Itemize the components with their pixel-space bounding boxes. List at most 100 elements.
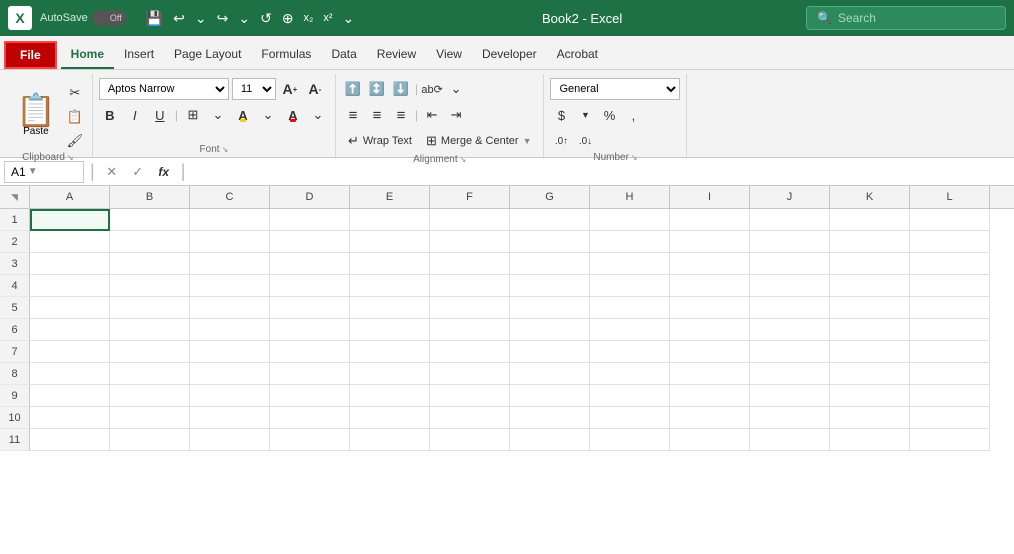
- cell-K9[interactable]: [830, 385, 910, 407]
- cell-I8[interactable]: [670, 363, 750, 385]
- align-middle-button[interactable]: ↕️: [366, 78, 388, 100]
- cell-F1[interactable]: [430, 209, 510, 231]
- percent-button[interactable]: %: [598, 104, 620, 126]
- cell-E1[interactable]: [350, 209, 430, 231]
- tab-data[interactable]: Data: [321, 41, 366, 69]
- cell-D6[interactable]: [270, 319, 350, 341]
- cell-A8[interactable]: [30, 363, 110, 385]
- tab-page-layout[interactable]: Page Layout: [164, 41, 251, 69]
- cell-K6[interactable]: [830, 319, 910, 341]
- cell-H2[interactable]: [590, 231, 670, 253]
- col-header-i[interactable]: I: [670, 186, 750, 208]
- cell-C9[interactable]: [190, 385, 270, 407]
- font-color-button[interactable]: A: [282, 104, 304, 126]
- cell-E4[interactable]: [350, 275, 430, 297]
- italic-button[interactable]: I: [124, 104, 146, 126]
- fill-color-button[interactable]: A: [232, 104, 254, 126]
- cell-C11[interactable]: [190, 429, 270, 451]
- font-expand-icon[interactable]: ↘: [222, 145, 229, 154]
- cell-I3[interactable]: [670, 253, 750, 275]
- col-header-g[interactable]: G: [510, 186, 590, 208]
- cell-A10[interactable]: [30, 407, 110, 429]
- cell-F10[interactable]: [430, 407, 510, 429]
- tab-formulas[interactable]: Formulas: [251, 41, 321, 69]
- cell-H7[interactable]: [590, 341, 670, 363]
- cell-L9[interactable]: [910, 385, 990, 407]
- cell-E9[interactable]: [350, 385, 430, 407]
- row-header-9[interactable]: 9: [0, 385, 30, 407]
- search-box[interactable]: 🔍: [806, 6, 1006, 30]
- cell-D1[interactable]: [270, 209, 350, 231]
- row-header-5[interactable]: 5: [0, 297, 30, 319]
- cell-G11[interactable]: [510, 429, 590, 451]
- align-center-button[interactable]: ≡: [366, 104, 388, 126]
- cell-F8[interactable]: [430, 363, 510, 385]
- cell-B5[interactable]: [110, 297, 190, 319]
- cell-I1[interactable]: [670, 209, 750, 231]
- cell-H11[interactable]: [590, 429, 670, 451]
- decrease-font-button[interactable]: A-: [304, 78, 326, 100]
- cell-E2[interactable]: [350, 231, 430, 253]
- confirm-formula-button[interactable]: ✓: [127, 161, 149, 183]
- tab-developer[interactable]: Developer: [472, 41, 547, 69]
- cell-E10[interactable]: [350, 407, 430, 429]
- cell-L10[interactable]: [910, 407, 990, 429]
- cell-G5[interactable]: [510, 297, 590, 319]
- cell-G2[interactable]: [510, 231, 590, 253]
- row-header-2[interactable]: 2: [0, 231, 30, 253]
- cell-J10[interactable]: [750, 407, 830, 429]
- cell-G1[interactable]: [510, 209, 590, 231]
- cell-F11[interactable]: [430, 429, 510, 451]
- cell-A9[interactable]: [30, 385, 110, 407]
- row-header-8[interactable]: 8: [0, 363, 30, 385]
- cell-B6[interactable]: [110, 319, 190, 341]
- align-top-button[interactable]: ⬆️: [342, 78, 364, 100]
- search-input[interactable]: [838, 11, 978, 25]
- cell-B11[interactable]: [110, 429, 190, 451]
- cell-A5[interactable]: [30, 297, 110, 319]
- col-header-j[interactable]: J: [750, 186, 830, 208]
- copy-button[interactable]: 📋: [64, 106, 86, 128]
- cell-C7[interactable]: [190, 341, 270, 363]
- cell-B4[interactable]: [110, 275, 190, 297]
- cell-D7[interactable]: [270, 341, 350, 363]
- cell-H6[interactable]: [590, 319, 670, 341]
- cell-H10[interactable]: [590, 407, 670, 429]
- more-button[interactable]: ⌄: [339, 8, 359, 29]
- cell-I5[interactable]: [670, 297, 750, 319]
- cell-J5[interactable]: [750, 297, 830, 319]
- cell-J1[interactable]: [750, 209, 830, 231]
- borders-button[interactable]: ⊞: [182, 104, 204, 126]
- cell-J4[interactable]: [750, 275, 830, 297]
- redo-dropdown[interactable]: ⌄: [234, 8, 254, 29]
- cell-K11[interactable]: [830, 429, 910, 451]
- cell-L6[interactable]: [910, 319, 990, 341]
- row-header-11[interactable]: 11: [0, 429, 30, 451]
- cell-I4[interactable]: [670, 275, 750, 297]
- row-header-10[interactable]: 10: [0, 407, 30, 429]
- cell-A11[interactable]: [30, 429, 110, 451]
- superscript-button[interactable]: x²: [319, 10, 336, 26]
- col-header-c[interactable]: C: [190, 186, 270, 208]
- cell-A7[interactable]: [30, 341, 110, 363]
- tab-file[interactable]: File: [4, 41, 57, 69]
- cell-A6[interactable]: [30, 319, 110, 341]
- cell-C2[interactable]: [190, 231, 270, 253]
- formula-input[interactable]: [191, 165, 1010, 179]
- cell-B10[interactable]: [110, 407, 190, 429]
- cell-K10[interactable]: [830, 407, 910, 429]
- cell-J7[interactable]: [750, 341, 830, 363]
- cell-K2[interactable]: [830, 231, 910, 253]
- col-header-b[interactable]: B: [110, 186, 190, 208]
- cell-L7[interactable]: [910, 341, 990, 363]
- cell-D8[interactable]: [270, 363, 350, 385]
- paste-button[interactable]: 📋 Paste: [10, 90, 62, 141]
- col-header-k[interactable]: K: [830, 186, 910, 208]
- cell-F7[interactable]: [430, 341, 510, 363]
- alignment-expand-icon[interactable]: ↘: [460, 155, 467, 164]
- undo-dropdown[interactable]: ⌄: [191, 8, 211, 29]
- cell-K5[interactable]: [830, 297, 910, 319]
- cell-E7[interactable]: [350, 341, 430, 363]
- decrease-indent-button[interactable]: ⇤: [421, 104, 443, 126]
- cell-K7[interactable]: [830, 341, 910, 363]
